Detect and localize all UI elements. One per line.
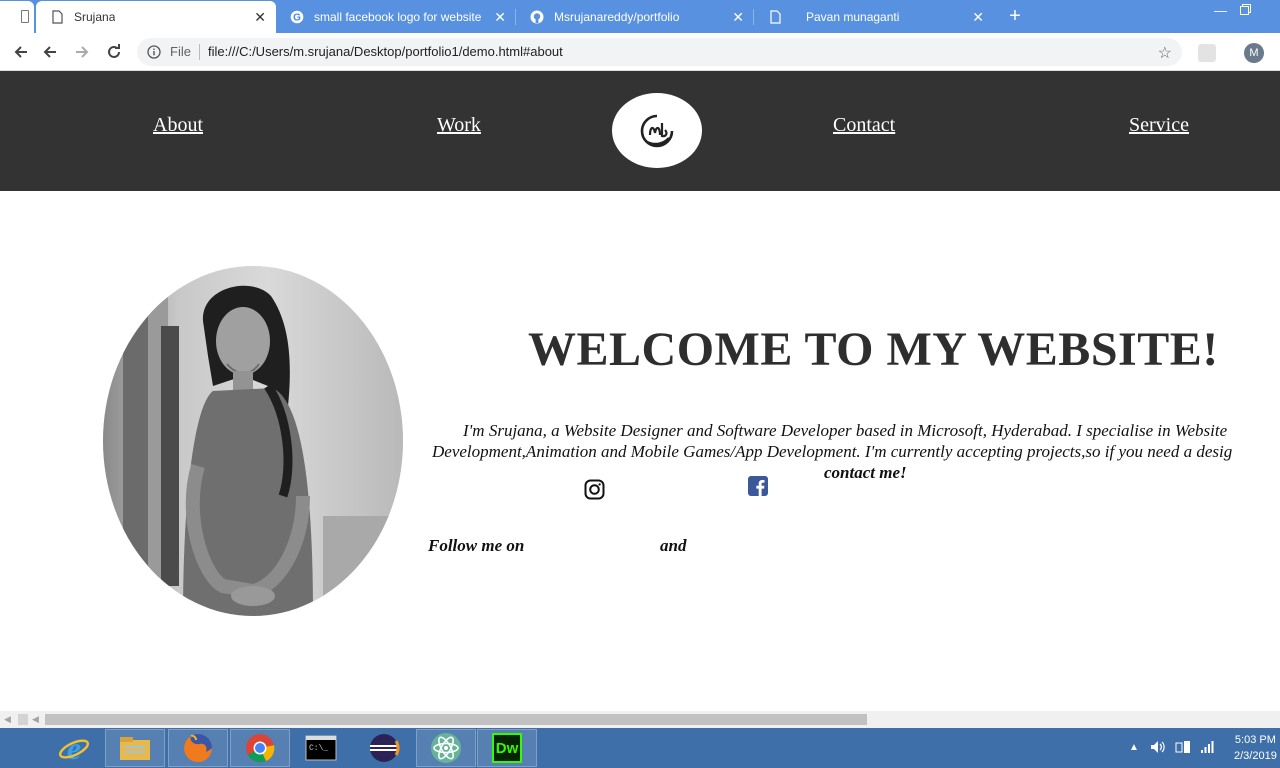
nav-about-link[interactable]: About — [153, 114, 203, 137]
url-text[interactable]: file:///C:/Users/m.srujana/Desktop/portf… — [208, 44, 563, 59]
tab-strip: Srujana ✕ G small facebook logo for webs… — [0, 0, 1280, 33]
system-clock[interactable]: 5:03 PM 2/3/2019 — [1234, 732, 1277, 764]
follow-text: Follow me on — [428, 536, 525, 555]
atom-icon[interactable] — [416, 729, 476, 767]
close-tab-icon[interactable]: ✕ — [494, 9, 506, 26]
eclipse-icon[interactable] — [354, 729, 414, 767]
back-button-2[interactable] — [40, 42, 60, 62]
new-tab-button[interactable]: + — [1005, 5, 1025, 27]
volume-icon[interactable] — [1150, 740, 1166, 757]
tab-overflow-edge — [0, 1, 34, 33]
show-hidden-icons-icon[interactable]: ▲ — [1129, 742, 1139, 753]
nav-service-link[interactable]: Service — [1129, 114, 1189, 137]
tab-title: Pavan munaganti — [806, 10, 900, 24]
address-bar[interactable]: File file:///C:/Users/m.srujana/Desktop/… — [137, 38, 1182, 66]
profile-avatar[interactable]: M — [1244, 43, 1264, 63]
contact-me-cta[interactable]: contact me! — [824, 463, 907, 482]
bio-line-1: I'm Srujana, a Website Designer and Soft… — [463, 421, 1228, 440]
follow-and-text: and — [660, 536, 687, 555]
network-adapter-icon[interactable] — [1175, 740, 1191, 757]
tab-title: small facebook logo for website — [314, 10, 482, 24]
firefox-icon[interactable] — [168, 729, 228, 767]
dreamweaver-label: Dw — [495, 739, 519, 757]
dreamweaver-badge: Dw — [492, 733, 522, 763]
command-prompt-icon[interactable]: C:\_ — [291, 729, 351, 767]
scrollbar-thumb[interactable] — [45, 714, 867, 725]
site-logo[interactable] — [612, 93, 702, 168]
close-tab-icon[interactable]: ✕ — [732, 9, 744, 26]
clock-date: 2/3/2019 — [1234, 750, 1277, 762]
back-button[interactable] — [11, 42, 31, 62]
tab-pavan-munaganti[interactable]: Pavan munaganti ✕ — [754, 1, 994, 33]
browser-toolbar: File file:///C:/Users/m.srujana/Desktop/… — [0, 33, 1280, 71]
page-icon — [768, 10, 782, 24]
forward-button[interactable] — [72, 42, 92, 62]
google-icon: G — [290, 10, 304, 24]
svg-text:C:\_: C:\_ — [309, 744, 328, 753]
dreamweaver-icon[interactable]: Dw — [477, 729, 537, 767]
reload-button[interactable] — [104, 42, 124, 62]
scroll-left-arrow-icon[interactable]: ◀ — [4, 714, 11, 725]
close-tab-icon[interactable]: ✕ — [254, 9, 266, 26]
svg-text:G: G — [293, 13, 301, 24]
page-icon — [50, 10, 64, 24]
horizontal-scrollbar[interactable]: ◀ ◀ — [0, 711, 1280, 728]
instagram-icon[interactable] — [584, 479, 605, 505]
mb-logo-icon — [640, 114, 674, 147]
chrome-icon[interactable] — [230, 729, 290, 767]
github-icon — [530, 10, 544, 24]
minimize-button[interactable]: — — [1214, 3, 1227, 18]
bio-line-2: Development,Animation and Mobile Games/A… — [432, 442, 1233, 461]
clock-time: 5:03 PM — [1234, 734, 1276, 746]
file-explorer-icon[interactable] — [105, 729, 165, 767]
welcome-headline: WELCOME TO MY WEBSITE! — [528, 323, 1219, 376]
omnibox-divider — [199, 44, 200, 60]
scroll-left-arrow-2 — [18, 714, 28, 725]
tab-facebook-logo-search[interactable]: G small facebook logo for website ✕ — [276, 1, 516, 33]
bookmark-star-icon[interactable]: ☆ — [1158, 43, 1172, 63]
facebook-icon[interactable] — [748, 476, 768, 501]
tab-title: Srujana — [74, 10, 116, 24]
restore-button[interactable] — [1240, 3, 1251, 18]
extension-icon[interactable] — [1198, 44, 1216, 62]
scheme-label: File — [170, 44, 191, 59]
nav-contact-link[interactable]: Contact — [833, 114, 895, 137]
svg-text:e: e — [67, 732, 81, 764]
scroll-left-arrow-icon-2[interactable]: ◀ — [32, 714, 39, 725]
signal-icon[interactable] — [1200, 740, 1215, 757]
info-icon[interactable] — [147, 45, 161, 64]
site-nav: About Work Contact Service — [0, 71, 1280, 191]
nav-work-link[interactable]: Work — [437, 114, 481, 137]
internet-explorer-icon[interactable]: e — [44, 729, 104, 767]
windows-taskbar: e C:\_ Dw ▲ — [0, 728, 1280, 768]
contact-me-text[interactable]: contact me! — [824, 463, 907, 483]
tab-srujana[interactable]: Srujana ✕ — [36, 1, 276, 33]
tab-title: Msrujanareddy/portfolio — [554, 10, 680, 24]
profile-photo — [103, 266, 403, 616]
tab-github-portfolio[interactable]: Msrujanareddy/portfolio ✕ — [516, 1, 754, 33]
close-tab-icon[interactable]: ✕ — [972, 9, 984, 26]
